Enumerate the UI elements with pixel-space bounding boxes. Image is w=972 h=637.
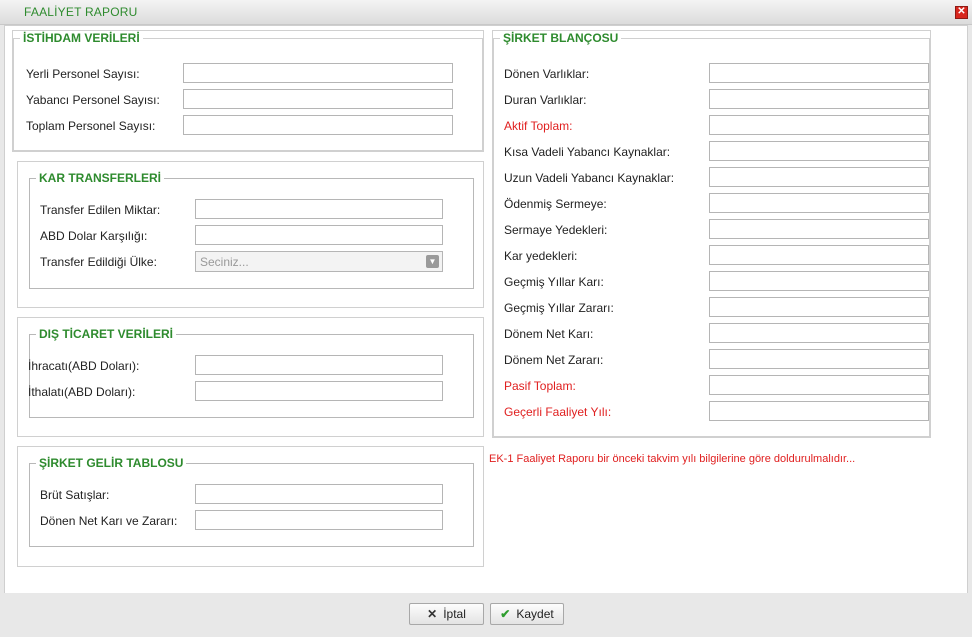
transfer-miktar-label: Transfer Edilen Miktar: bbox=[40, 203, 161, 217]
dis-ticaret-legend: DIŞ TİCARET VERİLERİ bbox=[39, 327, 174, 341]
blanco-row-input[interactable] bbox=[709, 115, 929, 135]
blanco-row-input[interactable] bbox=[709, 271, 929, 291]
blanco-row-input[interactable] bbox=[709, 167, 929, 187]
istihdam-panel: İSTİHDAM VERİLERİ Yerli Personel Sayısı:… bbox=[12, 30, 484, 152]
blanco-row-input[interactable] bbox=[709, 349, 929, 369]
blanco-row-label: Aktif Toplam: bbox=[504, 119, 573, 133]
blanco-row-input[interactable] bbox=[709, 141, 929, 161]
donen-net-kar-input[interactable] bbox=[195, 510, 443, 530]
blanco-row-label: Sermaye Yedekleri: bbox=[504, 223, 608, 237]
save-button-label: Kaydet bbox=[516, 607, 554, 621]
kar-transferleri-legend: KAR TRANSFERLERİ bbox=[39, 171, 161, 185]
blanco-row-input[interactable] bbox=[709, 401, 929, 421]
yabanci-personel-input[interactable] bbox=[183, 89, 453, 109]
transfer-ulke-select[interactable]: Seciniz... ▼ bbox=[195, 251, 443, 272]
blanco-row-input[interactable] bbox=[709, 297, 929, 317]
brut-satislar-label: Brüt Satışlar: bbox=[40, 488, 110, 502]
toplam-personel-label: Toplam Personel Sayısı: bbox=[26, 119, 156, 133]
yerli-personel-label: Yerli Personel Sayısı: bbox=[26, 67, 140, 81]
window-titlebar: FAALİYET RAPORU ✕ bbox=[0, 0, 972, 25]
blanco-row-label: Uzun Vadeli Yabancı Kaynaklar: bbox=[504, 171, 675, 185]
blanco-row-input[interactable] bbox=[709, 89, 929, 109]
save-button[interactable]: ✔ Kaydet bbox=[490, 603, 564, 625]
blanco-row-input[interactable] bbox=[709, 245, 929, 265]
transfer-ulke-selected: Seciniz... bbox=[200, 255, 249, 269]
ihracat-input[interactable] bbox=[195, 355, 443, 375]
ithalat-input[interactable] bbox=[195, 381, 443, 401]
ihracat-label: İhracatı(ABD Doları): bbox=[28, 359, 140, 373]
cancel-button-label: İptal bbox=[443, 607, 466, 621]
close-icon[interactable]: ✕ bbox=[955, 6, 968, 19]
blanco-row-input[interactable] bbox=[709, 375, 929, 395]
dialog-footer bbox=[0, 593, 972, 637]
yerli-personel-input[interactable] bbox=[183, 63, 453, 83]
blanco-row-label: Dönem Net Karı: bbox=[504, 327, 594, 341]
blanco-row-label: Dönem Net Zararı: bbox=[504, 353, 604, 367]
blanco-row-label: Dönen Varlıklar: bbox=[504, 67, 590, 81]
window-title: FAALİYET RAPORU bbox=[24, 5, 138, 19]
blanco-row-input[interactable] bbox=[709, 323, 929, 343]
transfer-ulke-label: Transfer Edildiği Ülke: bbox=[40, 255, 157, 269]
kar-transferleri-panel: KAR TRANSFERLERİ Transfer Edilen Miktar:… bbox=[17, 161, 484, 308]
brut-satislar-input[interactable] bbox=[195, 484, 443, 504]
chevron-down-icon[interactable]: ▼ bbox=[426, 255, 439, 268]
abd-dolar-label: ABD Dolar Karşılığı: bbox=[40, 229, 148, 243]
istihdam-legend: İSTİHDAM VERİLERİ bbox=[23, 31, 140, 45]
close-icon: ✕ bbox=[427, 607, 438, 621]
blanco-row-label: Geçmiş Yıllar Zararı: bbox=[504, 301, 614, 315]
toplam-personel-input[interactable] bbox=[183, 115, 453, 135]
abd-dolar-input[interactable] bbox=[195, 225, 443, 245]
form-content: İSTİHDAM VERİLERİ Yerli Personel Sayısı:… bbox=[4, 25, 968, 594]
checkmark-icon: ✔ bbox=[500, 607, 511, 621]
blanco-row-label: Kısa Vadeli Yabancı Kaynaklar: bbox=[504, 145, 671, 159]
blanco-row-label: Geçerli Faaliyet Yılı: bbox=[504, 405, 612, 419]
blanco-row-label: Geçmiş Yıllar Karı: bbox=[504, 275, 604, 289]
info-note: EK-1 Faaliyet Raporu bir önceki takvim y… bbox=[489, 453, 856, 465]
blanco-panel: ŞİRKET BLANÇOSU Dönen Varlıklar: Duran Va… bbox=[492, 30, 931, 438]
blanco-row-input[interactable] bbox=[709, 63, 929, 83]
transfer-miktar-input[interactable] bbox=[195, 199, 443, 219]
gelir-tablosu-legend: ŞİRKET GELİR TABLOSU bbox=[39, 456, 184, 470]
ithalat-label: İthalatı(ABD Doları): bbox=[28, 385, 136, 399]
blanco-row-label: Ödenmiş Sermeye: bbox=[504, 197, 607, 211]
gelir-tablosu-panel: ŞİRKET GELİR TABLOSU Brüt Satışlar: Döne… bbox=[17, 446, 484, 567]
blanco-row-input[interactable] bbox=[709, 193, 929, 213]
dis-ticaret-panel: DIŞ TİCARET VERİLERİ İhracatı(ABD Doları… bbox=[17, 317, 484, 437]
cancel-button[interactable]: ✕ İptal bbox=[409, 603, 484, 625]
blanco-row-label: Pasif Toplam: bbox=[504, 379, 576, 393]
yabanci-personel-label: Yabancı Personel Sayısı: bbox=[26, 93, 160, 107]
blanco-row-label: Kar yedekleri: bbox=[504, 249, 578, 263]
donen-net-kar-label: Dönen Net Karı ve Zararı: bbox=[40, 514, 178, 528]
blanco-row-input[interactable] bbox=[709, 219, 929, 239]
blanco-row-label: Duran Varlıklar: bbox=[504, 93, 587, 107]
blanco-legend: ŞİRKET BLANÇOSU bbox=[503, 31, 619, 45]
